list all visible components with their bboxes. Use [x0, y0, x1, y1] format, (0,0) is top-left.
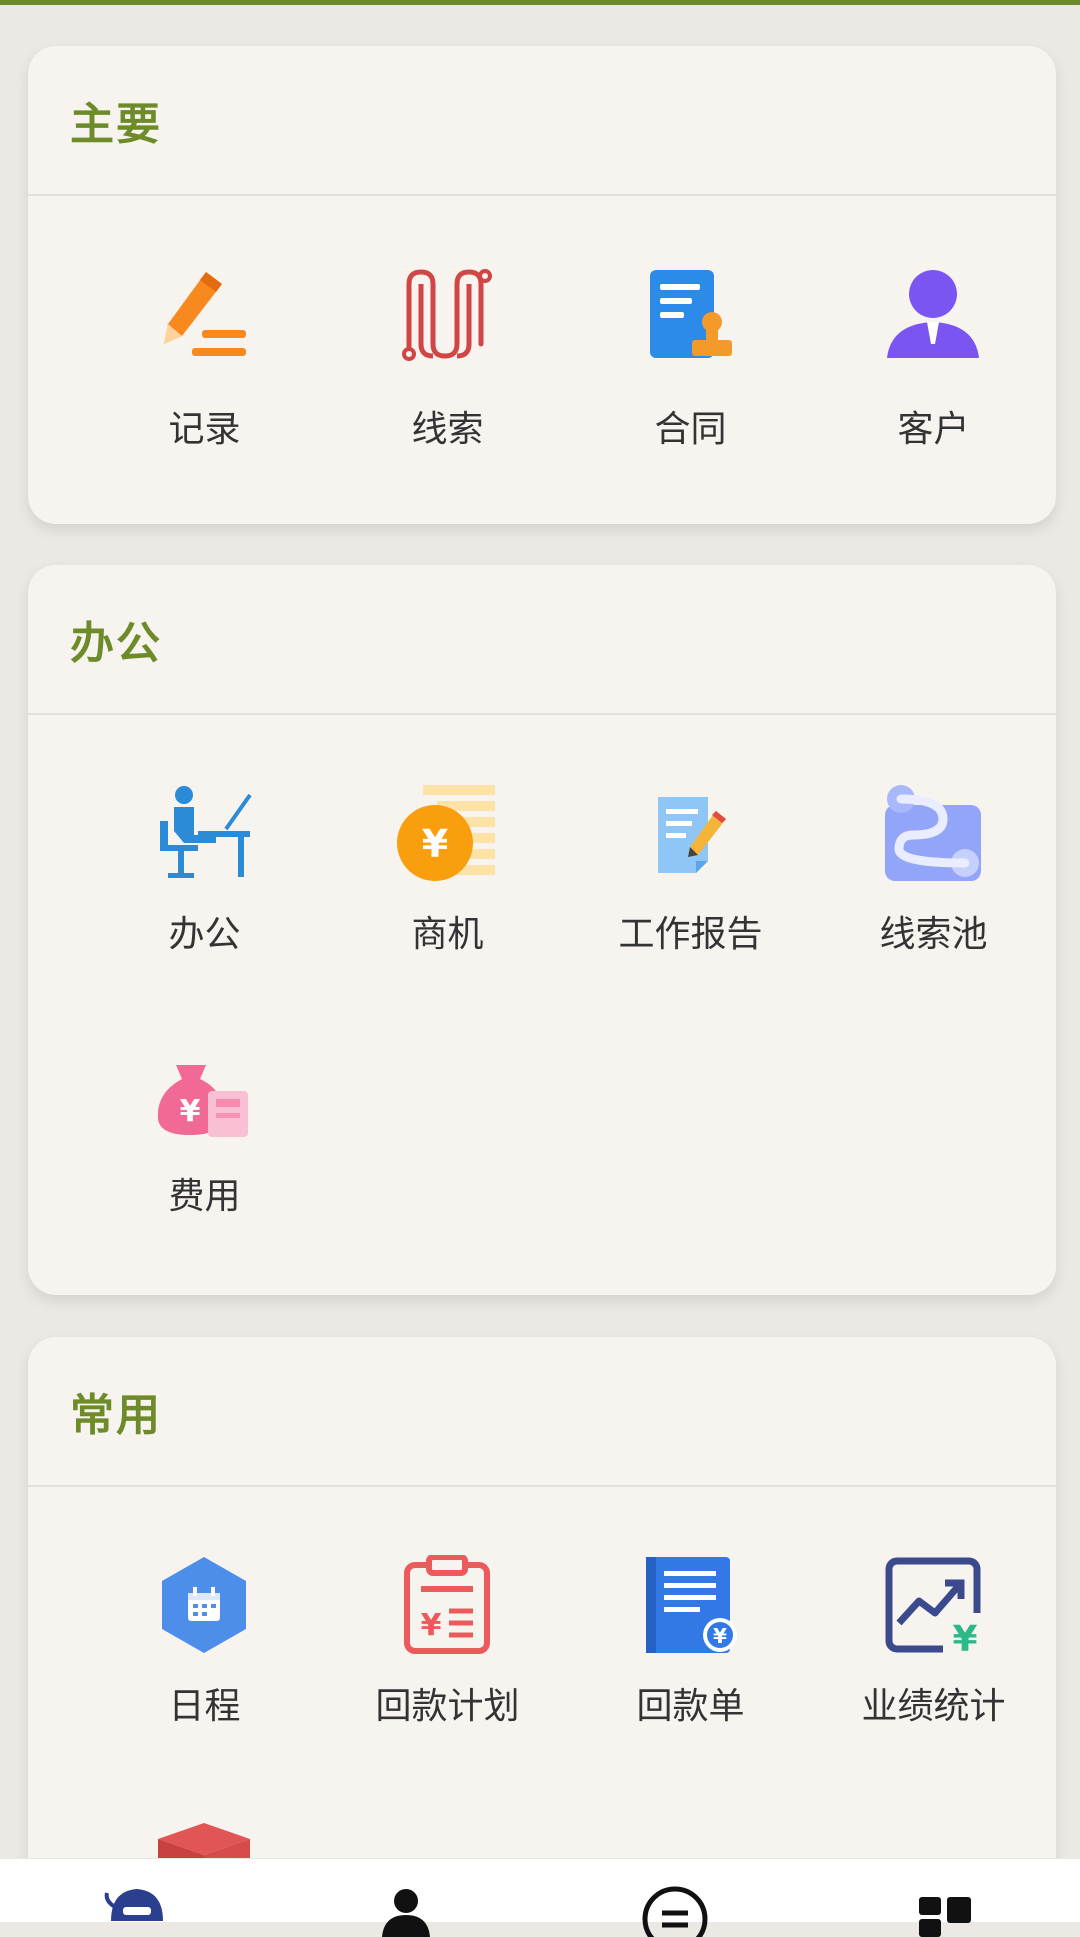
item-label: 费用 [168, 1176, 241, 1217]
svg-text:¥: ¥ [713, 1624, 727, 1648]
work-report-icon [640, 783, 740, 883]
item-clue-pool[interactable]: 线索池 [812, 715, 1055, 975]
section-common-grid: 日程 ¥ 回款计划 ¥ 回款单 ¥ 业绩统计 [28, 1487, 1056, 1897]
svg-text:¥: ¥ [952, 1619, 977, 1655]
item-payment-plan[interactable]: ¥ 回款计划 [326, 1487, 569, 1747]
svg-text:¥: ¥ [180, 1094, 201, 1129]
contacts-person-icon[interactable] [371, 1877, 441, 1937]
item-label: 办公 [168, 914, 241, 955]
item-performance-stats[interactable]: ¥ 业绩统计 [812, 1487, 1055, 1747]
item-contract[interactable]: 合同 [569, 196, 812, 522]
item-payment-receipt[interactable]: ¥ 回款单 [569, 1487, 812, 1747]
item-label: 日程 [168, 1686, 241, 1727]
schedule-calendar-icon [154, 1555, 254, 1655]
item-opportunity[interactable]: ¥ 商机 [326, 715, 569, 975]
section-main-header: 主要 [28, 46, 1056, 196]
item-customer[interactable]: 客户 [812, 196, 1055, 522]
contract-seal-icon [640, 264, 740, 364]
messages-icon[interactable] [640, 1877, 710, 1937]
item-label: 回款计划 [375, 1686, 520, 1727]
section-title: 常用 [70, 1390, 162, 1441]
office-desk-icon [154, 783, 254, 883]
item-expense[interactable]: ¥ 费用 [83, 977, 326, 1247]
section-title: 主要 [70, 99, 162, 150]
item-label: 商机 [411, 914, 484, 955]
item-label: 工作报告 [618, 914, 763, 955]
section-common-card: 常用 日程 ¥ 回款计划 ¥ 回款单 ¥ 业绩统计 [28, 1337, 1056, 1897]
section-main-grid: 记录 线索 合同 客户 [28, 196, 1056, 522]
section-main-card: 主要 记录 线索 合同 客户 [28, 46, 1056, 524]
item-label: 客户 [897, 409, 970, 450]
top-accent-bar [0, 0, 1080, 5]
svg-text:¥: ¥ [422, 822, 448, 866]
item-label: 线索 [411, 409, 484, 450]
clue-path-icon [397, 264, 497, 364]
payment-receipt-icon: ¥ [640, 1555, 740, 1655]
section-office-grid: 办公 ¥ 商机 工作报告 线索池 ¥ 费用 [28, 715, 1056, 1293]
opportunity-coin-icon: ¥ [397, 783, 497, 883]
section-office-header: 办公 [28, 565, 1056, 715]
item-label: 业绩统计 [861, 1686, 1006, 1727]
item-label: 线索池 [879, 914, 988, 955]
item-record[interactable]: 记录 [83, 196, 326, 522]
performance-stats-icon: ¥ [883, 1555, 983, 1655]
item-label: 回款单 [636, 1686, 745, 1727]
pencil-record-icon [154, 264, 254, 364]
item-label: 记录 [168, 409, 241, 450]
customer-person-icon [883, 264, 983, 364]
svg-text:¥: ¥ [421, 1608, 442, 1643]
section-office-card: 办公 办公 ¥ 商机 工作报告 线索池 ¥ 费用 [28, 565, 1056, 1295]
item-schedule[interactable]: 日程 [83, 1487, 326, 1747]
item-clue[interactable]: 线索 [326, 196, 569, 522]
expense-moneybag-icon: ¥ [154, 1045, 254, 1145]
item-label: 合同 [654, 409, 727, 450]
section-title: 办公 [70, 618, 162, 669]
item-office[interactable]: 办公 [83, 715, 326, 975]
clue-pool-icon [883, 783, 983, 883]
item-work-report[interactable]: 工作报告 [569, 715, 812, 975]
apps-grid-icon[interactable] [911, 1877, 981, 1937]
bottom-nav-bar [0, 1858, 1080, 1937]
home-icon[interactable] [101, 1877, 171, 1927]
payment-plan-icon: ¥ [397, 1555, 497, 1655]
section-common-header: 常用 [28, 1337, 1056, 1487]
